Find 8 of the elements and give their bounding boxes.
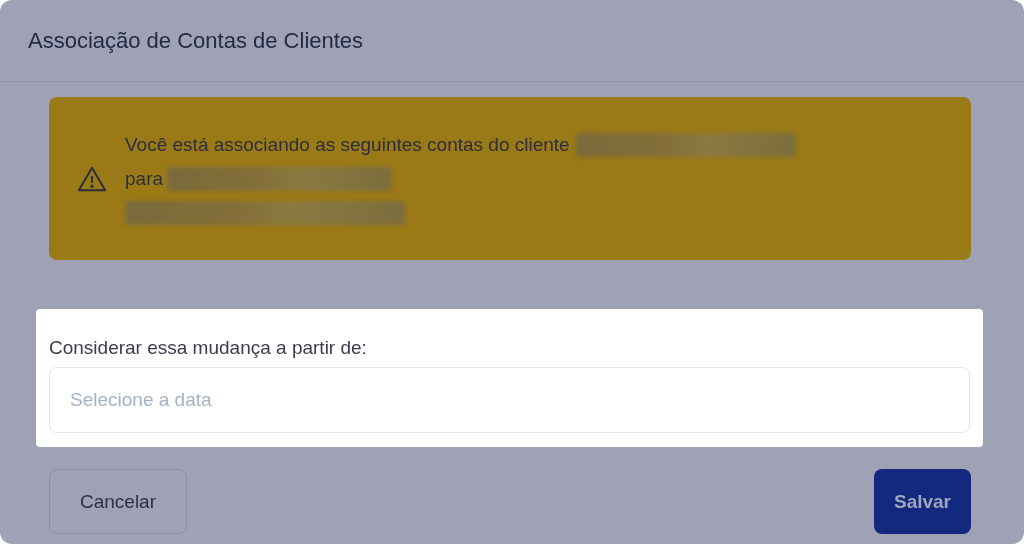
dialog-title: Associação de Contas de Clientes: [28, 27, 364, 54]
alert-text: para: [125, 167, 164, 190]
warning-icon: [77, 164, 107, 193]
save-button[interactable]: Salvar: [873, 469, 971, 534]
alert-text: Você está associando as seguintes contas do cliente: [125, 133, 570, 156]
cancel-button[interactable]: Cancelar: [49, 469, 187, 534]
field-label: Considerar essa mudança a partir de:: [49, 337, 368, 359]
date-field[interactable]: Selecione a data: [49, 367, 970, 433]
